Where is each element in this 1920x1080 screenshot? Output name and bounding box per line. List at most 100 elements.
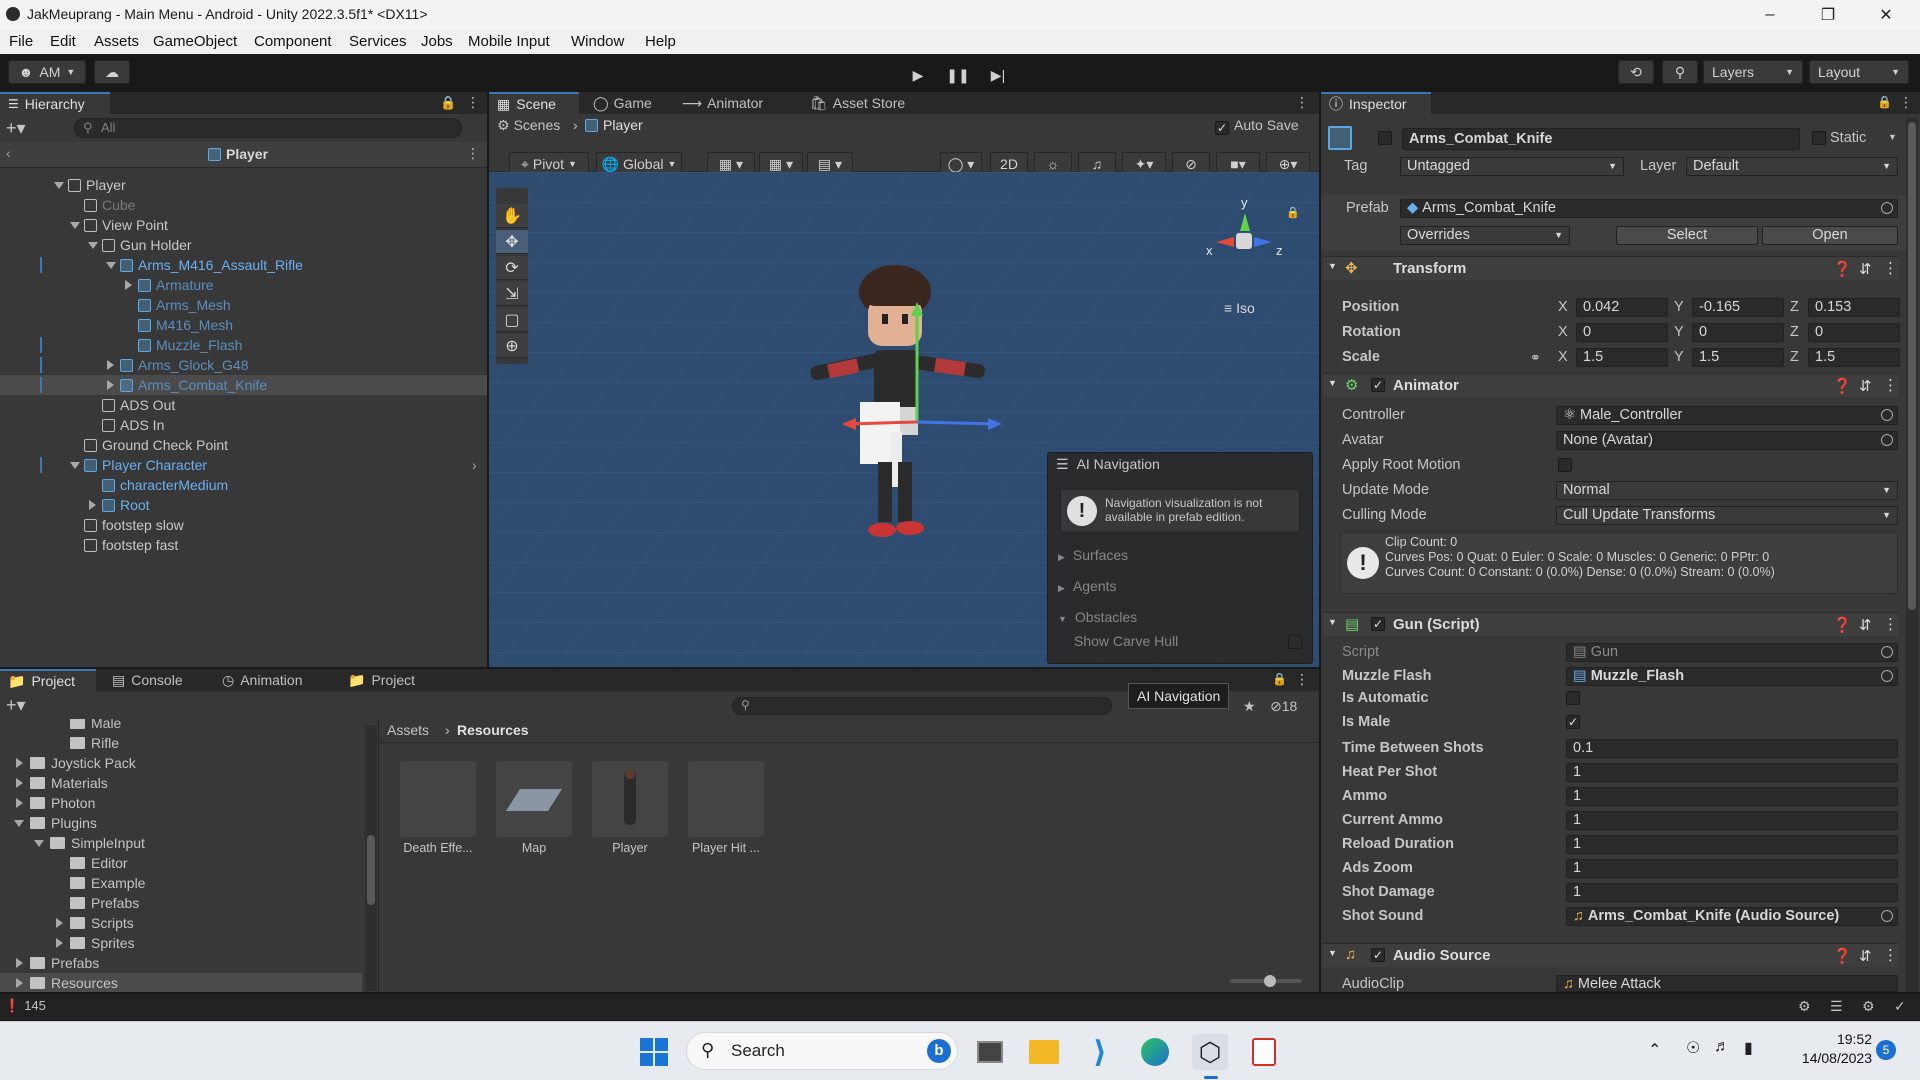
open-button[interactable]: Open	[1762, 226, 1898, 245]
project-folder-item[interactable]: Materials	[0, 773, 362, 793]
preset-icon[interactable]: ⇵	[1859, 377, 1872, 395]
tag-dropdown[interactable]: Untagged ▼	[1400, 157, 1624, 176]
history-button[interactable]: ⟲	[1618, 60, 1654, 84]
chevron-right-icon[interactable]	[107, 360, 114, 370]
transform-header[interactable]: ▼ ✥ Transform ❓ ⇵ ⋮	[1323, 256, 1898, 280]
avatar-field[interactable]: None (Avatar)	[1556, 431, 1898, 450]
menu-gameobject[interactable]: GameObject	[153, 33, 237, 50]
lock-icon[interactable]: 🔒	[440, 95, 456, 111]
object-picker-icon[interactable]	[1881, 409, 1893, 421]
position-y-input[interactable]: -0.165	[1692, 298, 1784, 317]
status-message[interactable]: ❗ 145	[4, 998, 46, 1014]
task-view-button[interactable]	[972, 1034, 1008, 1070]
gun-field-input[interactable]: 1	[1566, 883, 1898, 902]
project-folder-item[interactable]: Joystick Pack	[0, 753, 362, 773]
audio-source-header[interactable]: ▼ ♫ ✓ Audio Source ❓ ⇵ ⋮	[1323, 943, 1898, 967]
breadcrumb-assets[interactable]: Assets	[387, 722, 429, 738]
audioclip-field[interactable]: ♫ Melee Attack	[1556, 975, 1898, 992]
tab-asset-store[interactable]: 🛍 Asset Store	[802, 92, 913, 114]
zoom-slider-thumb[interactable]	[1264, 975, 1276, 987]
menu-assets[interactable]: Assets	[94, 33, 139, 50]
more-menu-icon[interactable]: ⋮	[1899, 94, 1913, 111]
gun-field-input[interactable]: 1	[1566, 811, 1898, 830]
layers-dropdown[interactable]: Layers ▼	[1703, 60, 1803, 84]
scale-y-input[interactable]: 1.5	[1692, 348, 1784, 367]
tab-project[interactable]: 📁 Project	[0, 669, 96, 691]
position-x-input[interactable]: 0.042	[1576, 298, 1668, 317]
more-menu-icon[interactable]: ⋮	[1883, 946, 1898, 964]
iso-label[interactable]: ≡ Iso	[1224, 300, 1255, 316]
chevron-down-icon[interactable]	[54, 182, 64, 189]
vscode-button[interactable]: ⟩	[1082, 1034, 1118, 1070]
tab-console[interactable]: ▤ Console	[104, 669, 191, 691]
project-folder-item[interactable]: Resources	[0, 973, 362, 992]
tree-scrollbar[interactable]	[365, 725, 377, 991]
gun-field-input[interactable]: 1	[1566, 859, 1898, 878]
gun-enabled-checkbox[interactable]: ✓	[1371, 617, 1385, 631]
add-icon[interactable]: +▾	[6, 118, 26, 139]
gun-field-input[interactable]: 1	[1566, 787, 1898, 806]
hierarchy-item[interactable]: Cube	[0, 195, 487, 215]
preset-icon[interactable]: ⇵	[1859, 947, 1872, 965]
gizmo-center[interactable]	[1236, 233, 1252, 249]
lock-icon[interactable]: 🔒	[1272, 672, 1287, 686]
asset-player-hit[interactable]: Player Hit ...	[688, 761, 764, 859]
project-search-input[interactable]: ⚲	[732, 697, 1112, 715]
hierarchy-item[interactable]: Arms_Mesh	[0, 295, 487, 315]
menu-component[interactable]: Component	[254, 33, 332, 50]
object-picker-icon[interactable]	[1881, 202, 1893, 214]
inspector-scrollbar-thumb[interactable]	[1908, 122, 1916, 610]
scale-x-input[interactable]: 1.5	[1576, 348, 1668, 367]
battery-icon[interactable]: ▮	[1744, 1038, 1753, 1058]
hierarchy-item[interactable]: Arms_M416_Assault_Rifle	[0, 255, 487, 275]
gun-field-input[interactable]: 1	[1566, 763, 1898, 782]
rotate-tool[interactable]: ⟳	[496, 256, 528, 280]
menu-file[interactable]: File	[9, 33, 33, 50]
hierarchy-item[interactable]: footstep fast	[0, 535, 487, 555]
chevron-right-icon[interactable]	[107, 380, 114, 390]
gun-field-checkbox[interactable]	[1566, 691, 1580, 705]
hierarchy-item[interactable]: Arms_Glock_G48	[0, 355, 487, 375]
object-picker-icon[interactable]	[1881, 670, 1893, 682]
tab-animation[interactable]: ◷ Animation	[214, 669, 310, 691]
hierarchy-item[interactable]: Muzzle_Flash	[0, 335, 487, 355]
hierarchy-item[interactable]: characterMedium	[0, 475, 487, 495]
menu-edit[interactable]: Edit	[50, 33, 76, 50]
hierarchy-item[interactable]: footstep slow	[0, 515, 487, 535]
gizmo-y-arrow[interactable]	[1240, 213, 1250, 231]
project-folder-item[interactable]: Rifle	[0, 733, 362, 753]
chevron-right-icon[interactable]	[16, 978, 23, 988]
rect-tool[interactable]: ▢	[496, 308, 528, 332]
chevron-down-icon[interactable]	[70, 462, 80, 469]
favorite-icon[interactable]: ★	[1243, 698, 1256, 715]
network-icon[interactable]: ⚙	[1798, 998, 1811, 1015]
gizmo-lock-icon[interactable]: 🔒	[1286, 206, 1300, 219]
gizmo-z-arrow[interactable]	[1254, 237, 1272, 247]
ai-nav-surfaces[interactable]: ▶ Surfaces	[1058, 547, 1128, 563]
update-mode-dropdown[interactable]: Normal ▼	[1556, 481, 1898, 500]
breadcrumb-resources[interactable]: Resources	[457, 722, 529, 738]
select-button[interactable]: Select	[1616, 226, 1758, 245]
notification-badge[interactable]: 5	[1876, 1040, 1896, 1060]
start-button[interactable]	[636, 1034, 672, 1070]
breadcrumb-player[interactable]: Player	[585, 117, 643, 133]
hidden-count[interactable]: ⊘18	[1270, 698, 1297, 715]
overrides-dropdown[interactable]: Overrides ▼	[1400, 226, 1570, 245]
help-icon[interactable]: ❓	[1833, 377, 1852, 395]
help-icon[interactable]: ❓	[1833, 260, 1852, 278]
rotation-y-input[interactable]: 0	[1692, 323, 1784, 342]
hierarchy-item[interactable]: ADS In	[0, 415, 487, 435]
menu-help[interactable]: Help	[645, 33, 676, 50]
hierarchy-item[interactable]: ADS Out	[0, 395, 487, 415]
play-button[interactable]: ▶	[900, 64, 936, 86]
hierarchy-item[interactable]: Root	[0, 495, 487, 515]
preset-icon[interactable]: ⇵	[1859, 616, 1872, 634]
more-menu-icon[interactable]: ⋮	[466, 94, 480, 111]
scale-z-input[interactable]: 1.5	[1808, 348, 1900, 367]
account-dropdown[interactable]: ☻ AM ▼	[8, 60, 86, 84]
hierarchy-item[interactable]: Player Character ›	[0, 455, 487, 475]
chevron-right-icon[interactable]	[16, 758, 23, 768]
object-picker-icon[interactable]	[1881, 910, 1893, 922]
object-picker-icon[interactable]	[1881, 434, 1893, 446]
cloud-button[interactable]: ☁	[94, 60, 130, 84]
